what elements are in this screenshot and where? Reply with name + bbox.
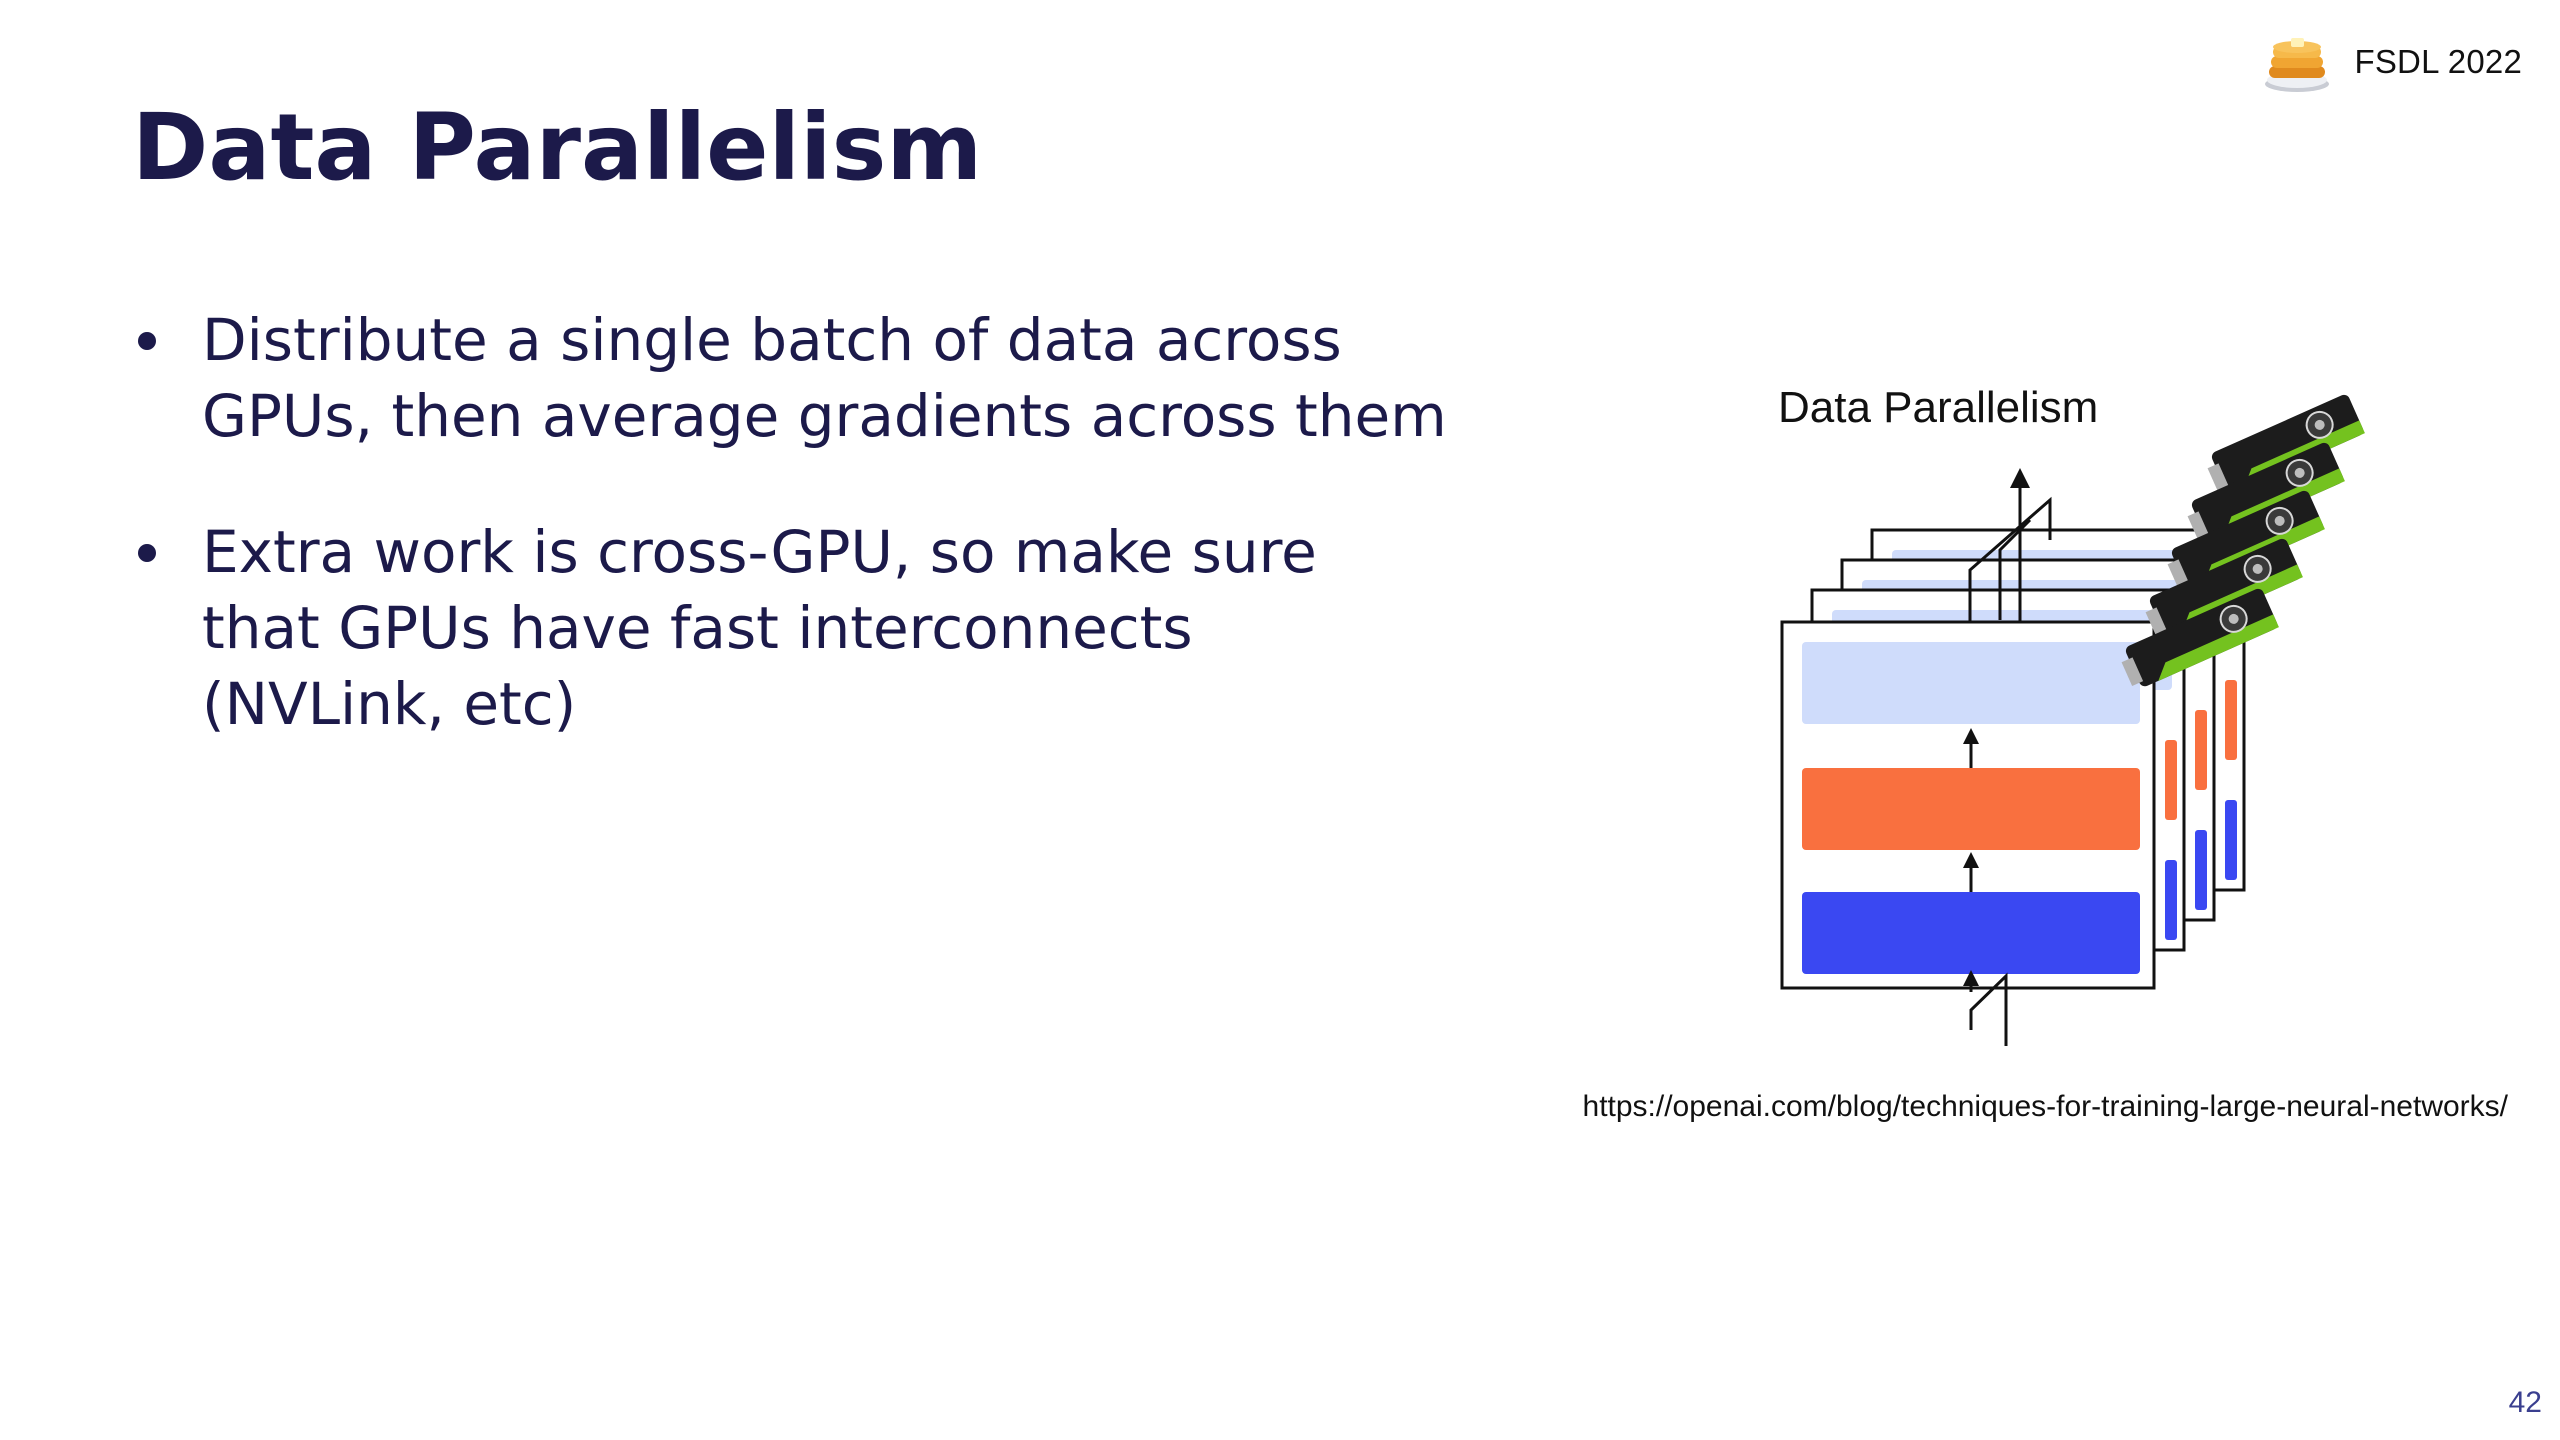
- layer-block-top: [1802, 642, 2140, 724]
- data-parallelism-diagram: Data Parallelism: [1778, 383, 2365, 1046]
- bullet-line: Extra work is cross-GPU, so make sure: [202, 518, 1317, 586]
- bullet-line: (NVLink, etc): [202, 670, 577, 738]
- course-badge: FSDL 2022: [2262, 28, 2522, 96]
- layer-block-middle: [1802, 768, 2140, 850]
- layer-block-bottom: [2165, 860, 2177, 940]
- pancake-stack-icon: [2265, 38, 2330, 92]
- layer-block-bottom: [2195, 830, 2207, 910]
- bullet-line: that GPUs have fast interconnects: [202, 594, 1193, 662]
- page-number: 42: [2508, 1386, 2542, 1419]
- layer-block-bottom: [1802, 892, 2140, 974]
- layer-block-middle: [2165, 740, 2177, 820]
- diagram-title: Data Parallelism: [1778, 383, 2098, 432]
- slide-title: Data Parallelism: [132, 94, 983, 201]
- bullet-marker: [138, 332, 156, 350]
- bullet-line: Distribute a single batch of data across: [202, 306, 1342, 374]
- replica-frame-front: [1780, 620, 2156, 990]
- layer-block-bottom: [2225, 800, 2237, 880]
- bullet-item: Extra work is cross-GPU, so make sure th…: [132, 514, 1572, 742]
- layer-block-middle: [2195, 710, 2207, 790]
- bullet-line: GPUs, then average gradients across them: [202, 382, 1447, 450]
- course-badge-label: FSDL 2022: [2354, 43, 2522, 80]
- bullet-item: Distribute a single batch of data across…: [132, 302, 1572, 454]
- bullet-marker: [138, 544, 156, 562]
- source-link[interactable]: https://openai.com/blog/techniques-for-t…: [1583, 1090, 2508, 1124]
- bullet-list: Distribute a single batch of data across…: [132, 302, 1572, 802]
- layer-block-middle: [2225, 680, 2237, 760]
